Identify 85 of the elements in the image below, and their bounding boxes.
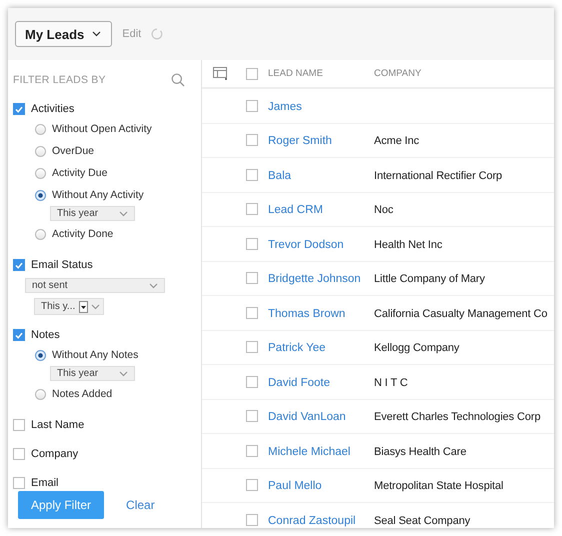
table-cell: Biasys Health Care bbox=[374, 446, 466, 458]
table-cell: Health Net Inc bbox=[374, 238, 442, 251]
dropdown[interactable]: not sent bbox=[25, 278, 165, 293]
column-header: COMPANY bbox=[374, 68, 422, 79]
filter-label: Last Name bbox=[31, 419, 84, 431]
filter-label: Activities bbox=[31, 103, 74, 115]
lead-name-link[interactable]: Lead CRM bbox=[268, 204, 323, 216]
checkbox[interactable] bbox=[246, 238, 258, 250]
filter-label: Email Status bbox=[31, 259, 93, 271]
checkbox[interactable] bbox=[13, 477, 25, 489]
checkbox[interactable] bbox=[246, 376, 258, 388]
clear-link[interactable]: Clear bbox=[126, 498, 155, 512]
checkbox[interactable] bbox=[13, 103, 25, 115]
lead-name-link[interactable]: Paul Mello bbox=[268, 480, 322, 492]
checkbox[interactable] bbox=[246, 410, 258, 422]
option-label: Activity Done bbox=[52, 228, 114, 240]
filter-label: Email bbox=[31, 477, 59, 489]
lead-name-link[interactable]: Conrad Zastoupil bbox=[268, 514, 356, 527]
table-cell: Everett Charles Technologies Corp bbox=[374, 411, 540, 424]
checkbox[interactable] bbox=[246, 272, 258, 284]
table-cell: Acme Inc bbox=[374, 135, 420, 148]
lead-name-link[interactable]: Patrick Yee bbox=[268, 342, 326, 354]
lead-name-link[interactable]: Bala bbox=[268, 170, 292, 182]
lead-name-link[interactable]: Trevor Dodson bbox=[268, 238, 344, 251]
option-label: Notes Added bbox=[52, 388, 112, 400]
caret-icon bbox=[119, 370, 128, 376]
option-label: OverDue bbox=[52, 145, 94, 157]
checkbox[interactable] bbox=[246, 479, 258, 492]
table-settings-icon bbox=[212, 67, 228, 80]
table-cell: Metropolitan State Hospital bbox=[374, 480, 504, 492]
radio-button[interactable] bbox=[35, 228, 46, 240]
radio-button[interactable] bbox=[35, 124, 46, 134]
checkbox[interactable] bbox=[246, 514, 258, 526]
caret-icon bbox=[91, 304, 100, 310]
checkbox[interactable] bbox=[13, 329, 25, 341]
radio-button[interactable] bbox=[35, 190, 46, 200]
checkbox[interactable] bbox=[246, 168, 258, 181]
caret-icon bbox=[119, 210, 128, 216]
lead-name-link[interactable]: Roger Smith bbox=[268, 135, 332, 148]
column-header: LEAD NAME bbox=[268, 68, 324, 79]
filter-label: Notes bbox=[31, 329, 60, 341]
checkbox[interactable] bbox=[246, 134, 258, 146]
dropdown[interactable]: This y... bbox=[34, 298, 104, 315]
dropdown-button-icon bbox=[79, 300, 88, 312]
table-cell: Seal Seat Company bbox=[374, 514, 470, 527]
checkbox[interactable] bbox=[13, 448, 25, 460]
checkbox[interactable] bbox=[246, 444, 258, 457]
refresh-icon bbox=[151, 28, 164, 40]
lead-name-link[interactable]: Michele Michael bbox=[268, 446, 350, 458]
lead-name-link[interactable]: James bbox=[268, 100, 302, 113]
apply-filter-button[interactable]: Apply Filter bbox=[18, 490, 104, 518]
checkbox[interactable] bbox=[13, 259, 25, 271]
radio-button[interactable] bbox=[35, 146, 46, 156]
caret-icon bbox=[92, 31, 102, 37]
lead-name-link[interactable]: Thomas Brown bbox=[268, 308, 346, 320]
table-cell: California Casualty Management Co bbox=[374, 308, 548, 320]
radio-button[interactable] bbox=[35, 168, 46, 178]
checkbox[interactable] bbox=[246, 306, 258, 319]
dropdown[interactable]: This year bbox=[50, 366, 135, 381]
radio-button[interactable] bbox=[35, 388, 46, 400]
option-label: Without Any Activity bbox=[52, 189, 144, 201]
lead-name-link[interactable]: David VanLoan bbox=[268, 411, 346, 424]
checkbox[interactable] bbox=[13, 419, 25, 431]
checkbox[interactable] bbox=[246, 100, 258, 112]
checkbox[interactable] bbox=[246, 341, 258, 354]
filter-label: Company bbox=[31, 448, 78, 460]
table-cell: Little Company of Mary bbox=[374, 273, 485, 286]
view-dropdown[interactable]: My Leads bbox=[15, 21, 112, 47]
dropdown[interactable]: This year bbox=[50, 206, 135, 221]
lead-name-link[interactable]: David Foote bbox=[268, 376, 330, 389]
radio-button[interactable] bbox=[35, 350, 46, 360]
table-cell: Noc bbox=[374, 204, 394, 216]
option-label: Without Any Notes bbox=[52, 349, 138, 361]
option-label: Activity Due bbox=[52, 167, 108, 179]
checkbox[interactable] bbox=[246, 68, 258, 80]
table-cell: N I T C bbox=[374, 376, 408, 389]
section-title: FILTER LEADS BY bbox=[13, 74, 106, 86]
search-icon bbox=[171, 73, 185, 87]
lead-name-link[interactable]: Bridgette Johnson bbox=[268, 273, 361, 286]
table-cell: International Rectifier Corp bbox=[374, 170, 502, 182]
checkbox[interactable] bbox=[246, 203, 258, 216]
option-label: Without Open Activity bbox=[52, 123, 152, 135]
table-cell: Kellogg Company bbox=[374, 342, 460, 354]
edit-link[interactable]: Edit bbox=[122, 28, 142, 40]
caret-icon bbox=[149, 282, 158, 288]
